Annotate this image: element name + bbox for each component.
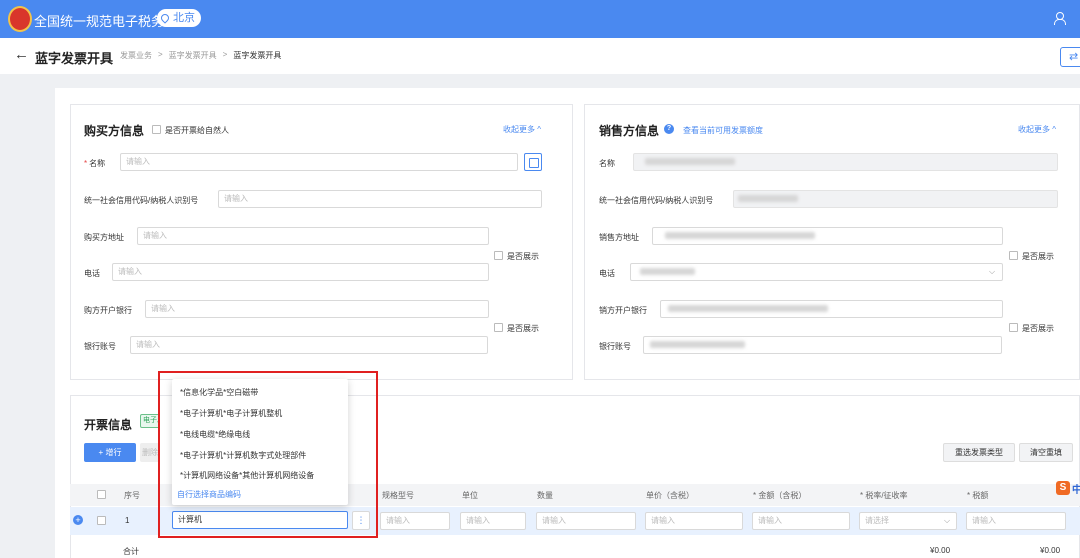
sogou-ime-icon[interactable]: S — [1056, 481, 1070, 495]
add-row-button[interactable]: + 增行 — [84, 443, 136, 462]
seller-account-label: 银行账号 — [599, 342, 631, 351]
top-bar: 全国统一规范电子税务局 北京 — [0, 0, 1080, 38]
buyer-name-input[interactable]: 请输入 — [120, 153, 518, 171]
invoice-title: 开票信息 — [84, 418, 133, 432]
buyer-show-label: 是否展示 — [507, 324, 539, 333]
breadcrumb-item[interactable]: 蓝字发票开具 — [169, 50, 217, 61]
seller-title: 销售方信息 — [599, 124, 660, 138]
page-title: 蓝字发票开具 — [35, 51, 114, 66]
region-label: 北京 — [173, 12, 195, 24]
row-checkbox[interactable] — [97, 516, 106, 525]
total-label: 合计 — [123, 547, 139, 556]
buyer-account-label: 银行账号 — [84, 342, 116, 351]
seller-address-label: 销售方地址 — [599, 233, 639, 242]
col-qty: 数量 — [537, 491, 553, 500]
breadcrumb-separator: > — [222, 50, 228, 59]
buyer-show-checkbox[interactable] — [494, 251, 503, 260]
add-subrow-icon[interactable]: + — [73, 515, 83, 525]
chevron-down-icon: ⌵ — [944, 516, 951, 525]
buyer-lookup-icon[interactable] — [524, 153, 542, 171]
redacted-value — [645, 158, 735, 165]
buyer-name-label: * 名称 — [84, 159, 106, 168]
clear-form-button[interactable]: 清空重填 — [1019, 443, 1073, 462]
region-selector[interactable]: 北京 — [157, 9, 201, 27]
buyer-show-label: 是否展示 — [507, 252, 539, 261]
buyer-account-input[interactable]: 请输入 — [130, 336, 488, 354]
seller-collapse-link[interactable]: 收起更多 ^ — [1018, 124, 1056, 135]
buyer-phone-input[interactable]: 请输入 — [112, 263, 489, 281]
user-icon[interactable] — [1054, 12, 1066, 25]
unit-input[interactable]: 请输入 — [460, 512, 526, 530]
total-amount: ¥0.00 — [930, 546, 951, 555]
reselect-type-button[interactable]: 重选发票类型 — [943, 443, 1015, 462]
buyer-taxid-input[interactable]: 请输入 — [218, 190, 542, 208]
col-rate: * 税率/征收率 — [860, 491, 908, 500]
select-all-checkbox[interactable] — [97, 490, 106, 499]
seller-name-label: 名称 — [599, 159, 615, 168]
tax-input[interactable]: 请输入 — [966, 512, 1066, 530]
col-spec: 规格型号 — [382, 491, 414, 500]
redacted-value — [668, 305, 828, 312]
page-header: ← 蓝字发票开具 发票业务 > 蓝字发票开具 > 蓝字发票开具 ⇄ — [0, 38, 1080, 74]
buyer-bank-input[interactable]: 请输入 — [145, 300, 489, 318]
invoice-type-tag: 电子发票 — [140, 414, 160, 428]
buyer-address-label: 购买方地址 — [84, 233, 124, 242]
total-tax: ¥0.00 — [1040, 546, 1061, 555]
delete-row-button[interactable]: 删除 — [140, 443, 160, 462]
buyer-phone-label: 电话 — [84, 269, 100, 278]
redacted-value — [738, 195, 798, 202]
back-arrow-icon[interactable]: ← — [14, 46, 29, 64]
col-amount: * 金额（含税） — [753, 491, 807, 500]
row-index: 1 — [125, 516, 130, 525]
col-index: 序号 — [124, 491, 140, 500]
buyer-taxid-label: 统一社会信用代码/纳税人识别号 — [84, 196, 199, 205]
col-tax: * 税额 — [967, 491, 989, 500]
buyer-collapse-link[interactable]: 收起更多 ^ — [503, 124, 541, 135]
seller-bank-label: 销方开户银行 — [599, 306, 647, 315]
chevron-down-icon: ⌵ — [989, 267, 996, 276]
amount-input[interactable]: 请输入 — [752, 512, 850, 530]
seller-show-label: 是否展示 — [1022, 252, 1054, 261]
redacted-value — [640, 268, 695, 275]
rate-select[interactable]: 请选择 — [859, 512, 957, 530]
breadcrumb-separator: > — [158, 50, 163, 59]
col-unit: 单位 — [462, 491, 478, 500]
app-title: 全国统一规范电子税务局 — [34, 14, 178, 29]
seller-show-checkbox[interactable] — [1009, 251, 1018, 260]
natural-person-label: 是否开票给自然人 — [165, 126, 229, 135]
breadcrumb-item[interactable]: 发票业务 — [120, 50, 152, 61]
redacted-value — [650, 341, 745, 348]
price-input[interactable]: 请输入 — [645, 512, 743, 530]
buyer-show-checkbox[interactable] — [494, 323, 503, 332]
qty-input[interactable]: 请输入 — [536, 512, 636, 530]
breadcrumb-current: 蓝字发票开具 — [233, 51, 282, 60]
seller-taxid-label: 统一社会信用代码/纳税人识别号 — [599, 196, 714, 205]
redacted-value — [665, 232, 815, 239]
ime-mode-label[interactable]: 中 — [1072, 481, 1080, 496]
swap-button[interactable]: ⇄ — [1060, 47, 1080, 67]
highlight-annotation — [158, 371, 378, 538]
help-icon[interactable]: ? — [664, 124, 674, 134]
buyer-title: 购买方信息 — [84, 124, 145, 138]
location-pin-icon — [159, 12, 171, 24]
seller-phone-label: 电话 — [599, 269, 615, 278]
quota-link[interactable]: 查看当前可用发票额度 — [683, 125, 763, 136]
natural-person-checkbox[interactable] — [152, 125, 161, 134]
buyer-bank-label: 购方开户银行 — [84, 306, 132, 315]
buyer-address-input[interactable]: 请输入 — [137, 227, 489, 245]
tax-emblem-logo — [8, 6, 32, 32]
seller-show-checkbox[interactable] — [1009, 323, 1018, 332]
spec-input[interactable]: 请输入 — [380, 512, 450, 530]
seller-show-label: 是否展示 — [1022, 324, 1054, 333]
col-price: 单价（含税） — [646, 491, 694, 500]
breadcrumb: 发票业务 > 蓝字发票开具 > 蓝字发票开具 — [120, 50, 281, 61]
